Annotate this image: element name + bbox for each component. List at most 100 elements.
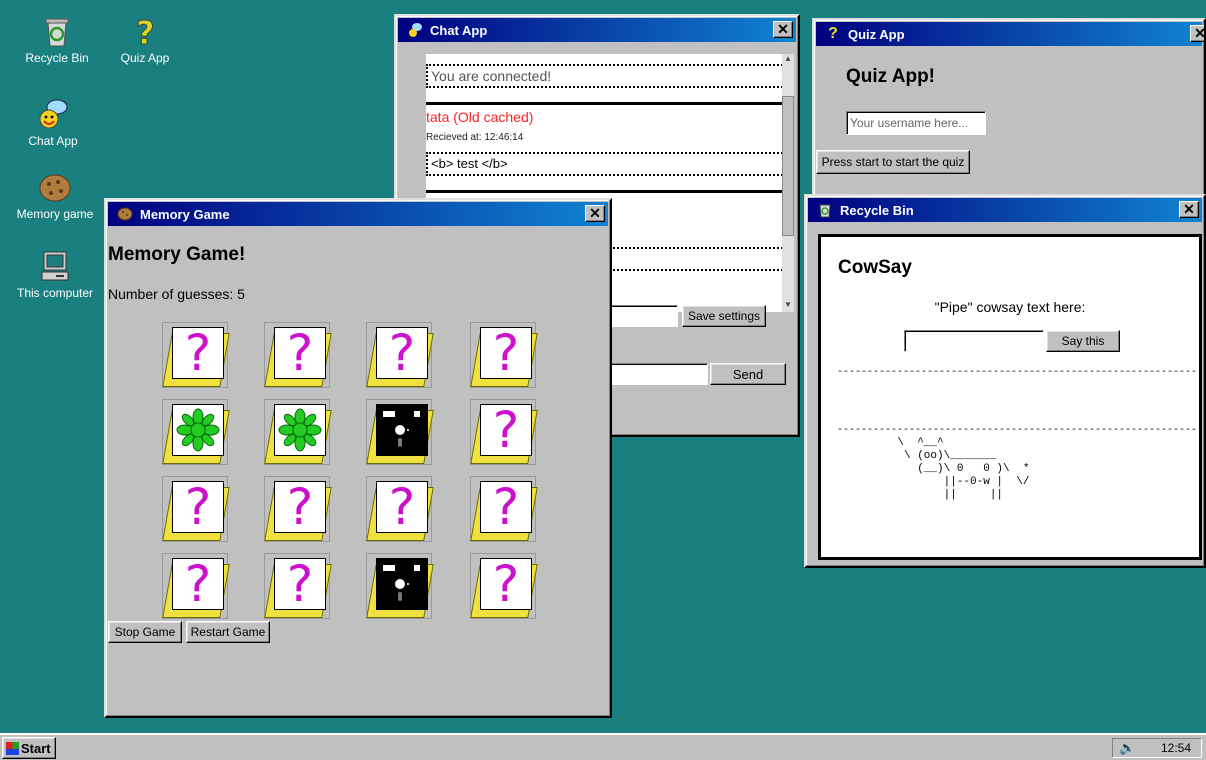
desktop-icon-chat-app[interactable]: Chat App bbox=[8, 97, 98, 148]
message-author: tata (Old cached) bbox=[426, 109, 534, 125]
cowsay-prompt: "Pipe" cowsay text here: bbox=[934, 299, 1086, 315]
memory-card[interactable]: ? bbox=[264, 322, 332, 388]
window-title: Quiz App bbox=[848, 26, 905, 42]
desktop-icon-memory-game[interactable]: Memory game bbox=[10, 170, 100, 221]
question-mark-icon: ? bbox=[274, 558, 326, 610]
desktop-icon-label: Chat App bbox=[28, 134, 78, 148]
start-button[interactable]: Start bbox=[2, 737, 56, 759]
close-button[interactable]: ✕ bbox=[585, 205, 605, 222]
desktop-icon-quiz-app[interactable]: ? Quiz App bbox=[100, 14, 190, 66]
start-label: Start bbox=[21, 740, 51, 756]
desktop-icon-recycle-bin[interactable]: Recycle Bin bbox=[12, 14, 102, 65]
memory-card[interactable] bbox=[264, 399, 332, 465]
memory-card[interactable] bbox=[162, 399, 230, 465]
system-tray: 🔈 12:54 bbox=[1112, 738, 1202, 758]
message-timestamp: Recieved at: 12:46:14 bbox=[426, 132, 524, 143]
send-button[interactable]: Send bbox=[710, 363, 786, 385]
desktop-icon-label: This computer bbox=[16, 286, 94, 300]
cowsay-panel: CowSay "Pipe" cowsay text here: Say this… bbox=[818, 234, 1202, 560]
question-mark-icon: ? bbox=[376, 327, 428, 379]
message-text: <b> test </b> bbox=[426, 152, 794, 176]
question-mark-icon: ? bbox=[172, 327, 224, 379]
save-settings-button[interactable]: Save settings bbox=[682, 305, 766, 327]
memory-titlebar[interactable]: Memory Game ✕ bbox=[108, 202, 608, 226]
cowsay-heading: CowSay bbox=[838, 257, 912, 278]
floppy-disk-icon bbox=[376, 558, 428, 610]
scroll-up-arrow-icon[interactable]: ▲ bbox=[782, 54, 794, 66]
memory-card[interactable]: ? bbox=[470, 553, 538, 619]
memory-card[interactable]: ? bbox=[162, 553, 230, 619]
memory-card[interactable]: ? bbox=[366, 476, 434, 542]
windows-logo-icon bbox=[6, 741, 19, 755]
cowsay-output: \ ^__^ \ (oo)\_______ (__)\ 0 0 )\ * ||-… bbox=[897, 437, 1030, 501]
message-input[interactable] bbox=[608, 363, 708, 385]
username-input[interactable] bbox=[846, 111, 986, 135]
clock: 12:54 bbox=[1160, 741, 1191, 755]
computer-icon bbox=[38, 249, 72, 283]
taskbar: Start 🔈 12:54 bbox=[0, 733, 1206, 760]
message-divider bbox=[426, 190, 794, 193]
recycle-bin-icon bbox=[40, 14, 74, 48]
say-this-button[interactable]: Say this bbox=[1046, 330, 1120, 352]
window-title: Chat App bbox=[430, 22, 488, 38]
cookie-icon bbox=[38, 170, 72, 204]
desktop-icon-label: Memory game bbox=[16, 207, 94, 221]
chat-message: You are connected! bbox=[426, 64, 794, 88]
desktop-icon-this-computer[interactable]: This computer bbox=[10, 249, 100, 300]
recycle-bin-titlebar[interactable]: Recycle Bin ✕ bbox=[808, 198, 1202, 222]
memory-card[interactable]: ? bbox=[264, 553, 332, 619]
question-mark-icon: ? bbox=[274, 481, 326, 533]
recycle-bin-icon bbox=[816, 201, 834, 219]
separator-line: ----------------------------------------… bbox=[837, 425, 1198, 436]
speaker-icon[interactable]: 🔈 bbox=[1119, 740, 1135, 756]
question-mark-icon: ? bbox=[172, 481, 224, 533]
chat-titlebar[interactable]: Chat App ✕ bbox=[398, 18, 796, 42]
memory-card[interactable]: ? bbox=[162, 322, 230, 388]
memory-card[interactable]: ? bbox=[264, 476, 332, 542]
quiz-heading: Quiz App! bbox=[846, 66, 935, 87]
flower-icon bbox=[274, 404, 326, 456]
memory-card[interactable]: ? bbox=[470, 399, 538, 465]
memory-card[interactable]: ? bbox=[470, 476, 538, 542]
chat-bubble-icon bbox=[406, 21, 424, 39]
floppy-disk-icon bbox=[376, 404, 428, 456]
question-mark-icon: ? bbox=[172, 558, 224, 610]
quiz-window: ? Quiz App ✕ Quiz App! Press start to st… bbox=[812, 18, 1206, 208]
scroll-down-arrow-icon[interactable]: ▼ bbox=[782, 300, 794, 312]
scroll-thumb[interactable] bbox=[782, 96, 794, 236]
close-button[interactable]: ✕ bbox=[1190, 25, 1204, 42]
cowsay-input[interactable] bbox=[904, 330, 1044, 352]
svg-text:?: ? bbox=[136, 14, 155, 48]
question-mark-icon: ? bbox=[828, 25, 838, 42]
question-mark-icon: ? bbox=[480, 558, 532, 610]
start-quiz-button[interactable]: Press start to start the quiz bbox=[816, 150, 970, 174]
memory-card[interactable] bbox=[366, 553, 434, 619]
flower-icon bbox=[172, 404, 224, 456]
recycle-bin-window: Recycle Bin ✕ CowSay "Pipe" cowsay text … bbox=[804, 194, 1206, 568]
cookie-icon bbox=[116, 205, 134, 223]
restart-game-button[interactable]: Restart Game bbox=[186, 621, 270, 643]
question-mark-icon: ? bbox=[376, 481, 428, 533]
window-title: Memory Game bbox=[140, 206, 230, 222]
memory-card[interactable]: ? bbox=[162, 476, 230, 542]
question-mark-icon: ? bbox=[480, 481, 532, 533]
memory-card[interactable] bbox=[366, 399, 434, 465]
desktop-icon-label: Recycle Bin bbox=[25, 51, 89, 65]
memory-heading: Memory Game! bbox=[108, 244, 246, 265]
message-text: You are connected! bbox=[431, 68, 552, 84]
desktop-icon-label: Quiz App bbox=[120, 51, 170, 65]
settings-input[interactable] bbox=[608, 305, 678, 327]
close-button[interactable]: ✕ bbox=[773, 21, 793, 38]
memory-card[interactable]: ? bbox=[470, 322, 538, 388]
memory-window: Memory Game ✕ Memory Game! Number of gue… bbox=[104, 198, 612, 718]
chat-scrollbar[interactable]: ▲ ▼ bbox=[782, 54, 794, 312]
quiz-titlebar[interactable]: ? Quiz App ✕ bbox=[816, 22, 1204, 46]
stop-game-button[interactable]: Stop Game bbox=[108, 621, 182, 643]
memory-card[interactable]: ? bbox=[366, 322, 434, 388]
chat-bubble-icon bbox=[36, 97, 70, 131]
chat-message: tata (Old cached) Recieved at: 12:46:14 … bbox=[426, 105, 794, 176]
close-button[interactable]: ✕ bbox=[1179, 201, 1199, 218]
window-title: Recycle Bin bbox=[840, 202, 914, 218]
question-mark-icon: ? bbox=[128, 14, 162, 53]
question-mark-icon: ? bbox=[480, 404, 532, 456]
